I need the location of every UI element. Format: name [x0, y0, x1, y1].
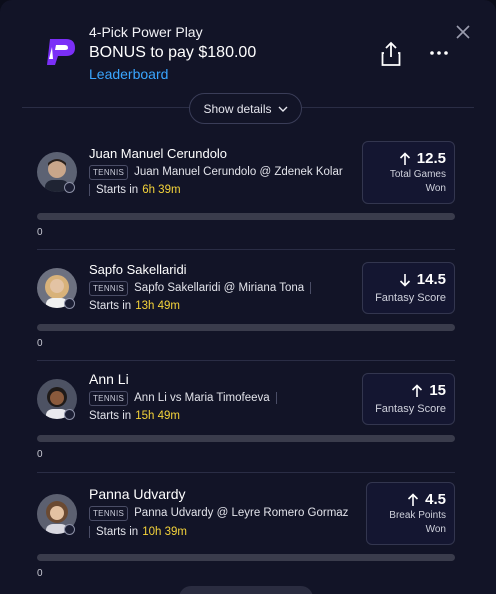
player-name: Juan Manuel Cerundolo [89, 146, 228, 161]
projection-value: 14.5 [416, 271, 446, 288]
starts-label: Starts in [96, 184, 139, 196]
progress-bar [37, 435, 455, 442]
matchup-text: Juan Manuel Cerundolo @ Zdenek Kolar [134, 166, 343, 178]
more-horizontal-icon[interactable] [428, 42, 450, 64]
arrow-up-icon [408, 492, 419, 506]
pick-divider [37, 472, 455, 473]
projection-box[interactable]: 14.5 Fantasy Score [362, 262, 455, 314]
start-row: Starts in 10h 39m [89, 526, 187, 538]
matchup-row: TENNIS Juan Manuel Cerundolo @ Zdenek Ko… [89, 164, 343, 180]
start-row: Starts in 13h 49m [89, 300, 180, 312]
play-type-title: 4-Pick Power Play [89, 24, 203, 40]
progress-value: 0 [37, 338, 43, 349]
header: 4-Pick Power Play BONUS to pay $180.00 L… [0, 0, 496, 108]
arrow-up-icon [412, 383, 423, 397]
arrow-down-icon [399, 273, 410, 287]
starts-time: 6h 39m [142, 184, 181, 196]
prizepicks-logo-icon [47, 39, 75, 65]
sport-tag: TENNIS [89, 390, 129, 406]
progress-value: 0 [37, 449, 43, 460]
sport-tag: TENNIS [89, 505, 129, 521]
sport-tag: TENNIS [89, 164, 129, 180]
progress-value: 0 [37, 227, 43, 238]
payout-subtitle: BONUS to pay $180.00 [89, 44, 257, 61]
leaderboard-link[interactable]: Leaderboard [89, 66, 168, 82]
projection-box[interactable]: 15 Fantasy Score [362, 373, 455, 425]
progress-value: 0 [37, 568, 43, 579]
matchup-row: TENNIS Sapfo Sakellaridi @ Miriana Tona [89, 280, 312, 296]
share-icon[interactable] [380, 41, 402, 67]
projection-box[interactable]: 12.5 Total Games Won [362, 141, 455, 204]
starts-label: Starts in [89, 410, 132, 422]
power-play-panel: 4-Pick Power Play BONUS to pay $180.00 L… [0, 0, 496, 594]
starts-time: 10h 39m [142, 526, 187, 538]
start-row: Starts in 15h 49m [89, 410, 180, 422]
sport-tag: TENNIS [89, 280, 129, 296]
projection-box[interactable]: 4.5 Break Points Won [366, 482, 455, 545]
show-details-button[interactable]: Show details [189, 93, 302, 124]
starts-label: Starts in [89, 300, 132, 312]
arrow-up-icon [399, 151, 410, 165]
start-row: Starts in 6h 39m [89, 184, 181, 196]
starts-time: 13h 49m [135, 300, 180, 312]
matchup-text: Ann Li vs Maria Timofeeva [134, 392, 270, 404]
matchup-text: Panna Udvardy @ Leyre Romero Gormaz [134, 507, 349, 519]
matchup-row: TENNIS Ann Li vs Maria Timofeeva [89, 390, 277, 406]
starts-time: 15h 49m [135, 410, 180, 422]
progress-bar [37, 324, 455, 331]
matchup-row: TENNIS Panna Udvardy @ Leyre Romero Gorm… [89, 505, 348, 521]
close-icon[interactable] [455, 24, 471, 40]
sport-badge-icon [64, 409, 75, 420]
stat-type: Total Games Won [389, 169, 446, 194]
sport-badge-icon [64, 182, 75, 193]
projection-value: 4.5 [425, 491, 446, 508]
player-name: Sapfo Sakellaridi [89, 262, 187, 277]
starts-label: Starts in [96, 526, 139, 538]
matchup-text: Sapfo Sakellaridi @ Miriana Tona [134, 282, 305, 294]
projection-value: 15 [429, 382, 446, 399]
chevron-down-icon [278, 106, 288, 112]
player-name: Panna Udvardy [89, 486, 186, 502]
stat-type: Fantasy Score [375, 403, 446, 415]
sport-badge-icon [64, 298, 75, 309]
show-details-label: Show details [203, 101, 272, 116]
pick-divider [37, 249, 455, 250]
bottom-action-button[interactable] [179, 586, 313, 594]
pick-divider [37, 360, 455, 361]
progress-bar [37, 213, 455, 220]
stat-type: Break Points Won [389, 510, 446, 535]
stat-type: Fantasy Score [375, 292, 446, 304]
progress-bar [37, 554, 455, 561]
player-name: Ann Li [89, 371, 129, 387]
projection-value: 12.5 [416, 150, 446, 167]
sport-badge-icon [64, 524, 75, 535]
